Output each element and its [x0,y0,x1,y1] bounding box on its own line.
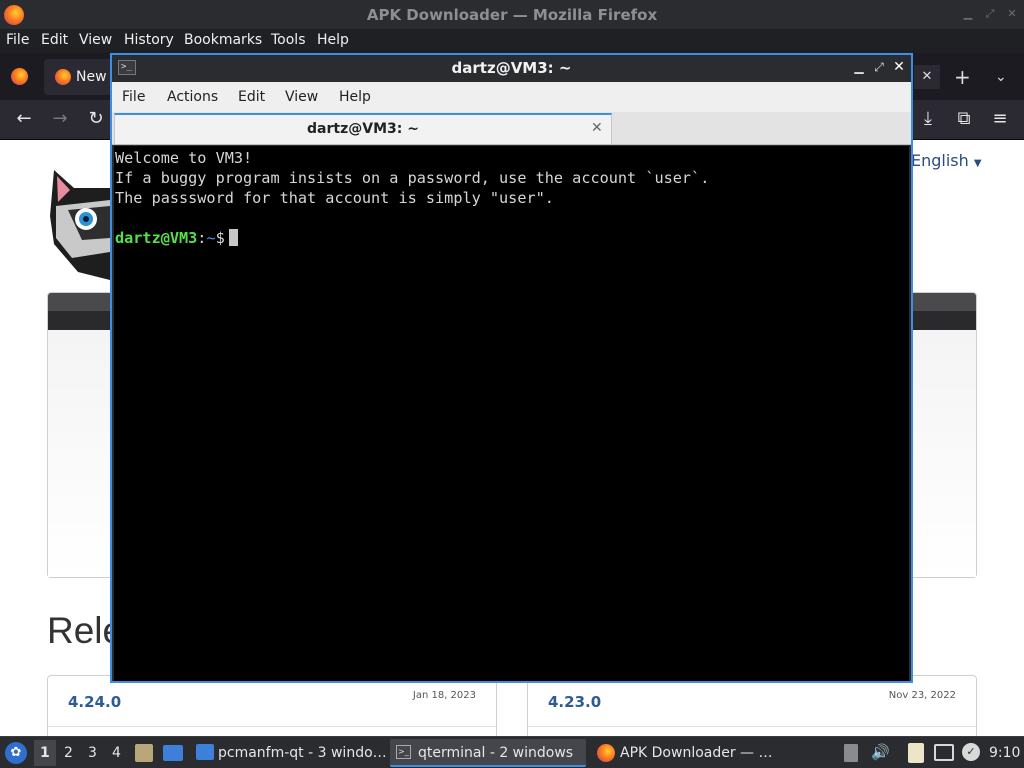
terminal-tab-close-icon[interactable]: ✕ [591,120,603,136]
start-menu-icon[interactable]: ✿ [5,742,27,764]
show-desktop-icon[interactable] [163,745,183,761]
menu-file[interactable]: File [6,32,29,48]
terminal-tab[interactable]: dartz@VM3: ~ ✕ [114,113,612,144]
terminal-window-title: dartz@VM3: ~ [451,59,572,77]
menu-edit[interactable]: Edit [41,32,68,48]
maximize-icon[interactable]: ⤢ [983,8,997,20]
tab-list-chevron-icon[interactable]: ⌄ [995,65,1015,89]
release-card[interactable]: 4.24.0 Jan 18, 2023 [47,675,497,736]
terminal-icon: >_ [396,745,411,759]
downloads-icon[interactable]: ⤓ [916,108,940,129]
menu-help[interactable]: Help [317,32,349,48]
terminal-titlebar[interactable]: >_ dartz@VM3: ~ ▁ ⤢ ✕ [112,55,911,82]
terminal-tab-label: dartz@VM3: ~ [307,121,419,137]
menu-bookmarks[interactable]: Bookmarks [184,32,262,48]
terminal-window[interactable]: >_ dartz@VM3: ~ ▁ ⤢ ✕ File Actions Edit … [110,53,913,683]
release-version[interactable]: 4.23.0 [548,693,601,711]
terminal-menubar: File Actions Edit View Help [112,82,911,112]
taskbar: ✿ 1 2 3 4 pcmanfm-qt - 3 windo… >_ qterm… [0,736,1024,768]
firefox-view-icon[interactable] [11,68,28,85]
back-arrow-icon[interactable]: ← [12,108,36,129]
firefox-window-title: APK Downloader — Mozilla Firefox [366,6,658,24]
menu-view[interactable]: View [79,32,112,48]
terminal-line: Welcome to VM3! [115,149,253,167]
release-date: Jan 18, 2023 [412,690,476,701]
reload-icon[interactable]: ↻ [84,108,108,129]
updates-icon[interactable]: ✓ [962,743,980,761]
terminal-menu-help[interactable]: Help [339,89,371,105]
close-icon[interactable]: ✕ [1005,8,1019,20]
firefox-menubar: File Edit View History Bookmarks Tools H… [0,29,1024,53]
tab-new[interactable]: New [44,59,114,95]
prompt-user: dartz@VM3 [115,229,198,247]
terminal-prompt: dartz@VM3:~$ [115,228,909,248]
hamburger-menu-icon[interactable]: ≡ [988,108,1012,129]
workspace-1[interactable]: 1 [40,745,50,761]
prompt-symbol: $ [215,229,225,247]
workspace-2[interactable]: 2 [64,745,73,761]
workspace-4[interactable]: 4 [112,745,121,761]
terminal-tabbar: dartz@VM3: ~ ✕ [112,112,911,145]
terminal-maximize-icon[interactable]: ⤢ [872,60,886,75]
extensions-icon[interactable]: ⧉ [952,108,976,129]
terminal-line: The passsword for that account is simply… [115,189,554,207]
release-date: Nov 23, 2022 [888,690,956,701]
file-manager-launcher-icon[interactable] [135,744,153,762]
volume-icon[interactable]: 🔊 [871,743,890,761]
terminal-line: If a buggy program insists on a password… [115,169,710,187]
firefox-icon [597,744,615,762]
terminal-cursor [228,229,238,246]
prompt-path: ~ [206,229,216,247]
minimize-icon[interactable]: ▁ [961,8,975,20]
language-selector[interactable]: English ▼ [911,151,982,170]
forward-arrow-icon[interactable]: → [48,108,72,129]
task-firefox[interactable]: APK Downloader — … [592,739,784,767]
divider [528,726,976,727]
divider [48,726,496,727]
clipboard-icon[interactable] [908,743,924,763]
menu-history[interactable]: History [124,32,174,48]
release-card[interactable]: 4.23.0 Nov 23, 2022 [527,675,977,736]
menu-tools[interactable]: Tools [271,32,306,48]
terminal-menu-actions[interactable]: Actions [167,89,218,105]
task-pcmanfm[interactable]: pcmanfm-qt - 3 windo… [192,739,387,767]
tab-favicon-icon [55,69,71,85]
workspace-3[interactable]: 3 [88,745,97,761]
terminal-menu-file[interactable]: File [122,89,145,105]
tray-battery-icon[interactable] [844,744,858,762]
release-version[interactable]: 4.24.0 [68,693,121,711]
task-label: qterminal - 2 windows [418,745,574,761]
terminal-output[interactable]: Welcome to VM3! If a buggy program insist… [114,146,909,681]
task-label: pcmanfm-qt - 3 windo… [218,745,387,761]
terminal-minimize-icon[interactable]: ▁ [852,60,866,74]
task-qterminal[interactable]: >_ qterminal - 2 windows [390,739,586,767]
firefox-titlebar[interactable]: APK Downloader — Mozilla Firefox ▁ ⤢ ✕ [0,0,1024,29]
terminal-menu-view[interactable]: View [285,89,318,105]
language-label: English [911,151,969,170]
new-tab-plus-icon[interactable]: + [954,65,974,89]
raccoon-logo-icon [50,170,110,280]
network-icon[interactable] [934,744,954,761]
tab-close-icon[interactable]: ✕ [914,65,940,89]
clock[interactable]: 9:10 [989,745,1020,761]
caret-down-icon: ▼ [973,158,982,169]
terminal-close-icon[interactable]: ✕ [892,59,906,75]
tab-label: New [76,69,107,85]
terminal-menu-edit[interactable]: Edit [238,89,265,105]
task-label: APK Downloader — … [620,745,773,761]
folder-icon [196,744,214,760]
